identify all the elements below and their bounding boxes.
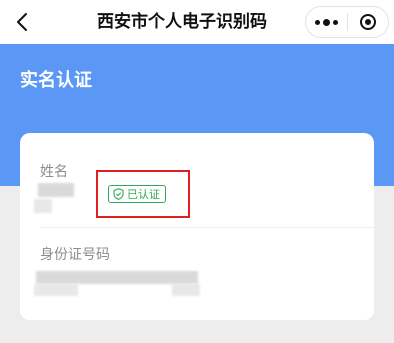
id-number-redacted-2	[34, 284, 78, 296]
identity-card: 姓名 已认证 身份证号码	[20, 133, 374, 320]
page-title: 西安市个人电子识别码	[97, 12, 267, 32]
navigation-bar: 西安市个人电子识别码	[0, 0, 394, 44]
mini-program-capsule	[305, 6, 389, 38]
id-number-label: 身份证号码	[40, 247, 110, 263]
shield-check-icon	[113, 188, 124, 200]
section-title: 实名认证	[20, 70, 92, 91]
name-value-redacted-2	[34, 199, 52, 213]
name-label: 姓名	[40, 164, 68, 180]
verified-badge-text: 已认证	[127, 188, 160, 201]
close-button[interactable]	[347, 7, 388, 37]
back-button[interactable]	[8, 6, 36, 38]
chevron-left-icon	[17, 13, 27, 31]
id-number-redacted-3	[172, 284, 200, 296]
name-value-redacted	[38, 183, 74, 197]
verified-badge: 已认证	[108, 185, 166, 203]
more-button[interactable]	[306, 7, 347, 37]
more-icon	[314, 18, 338, 26]
card-divider	[40, 227, 374, 228]
close-target-icon	[359, 14, 376, 30]
id-number-redacted	[36, 271, 198, 284]
